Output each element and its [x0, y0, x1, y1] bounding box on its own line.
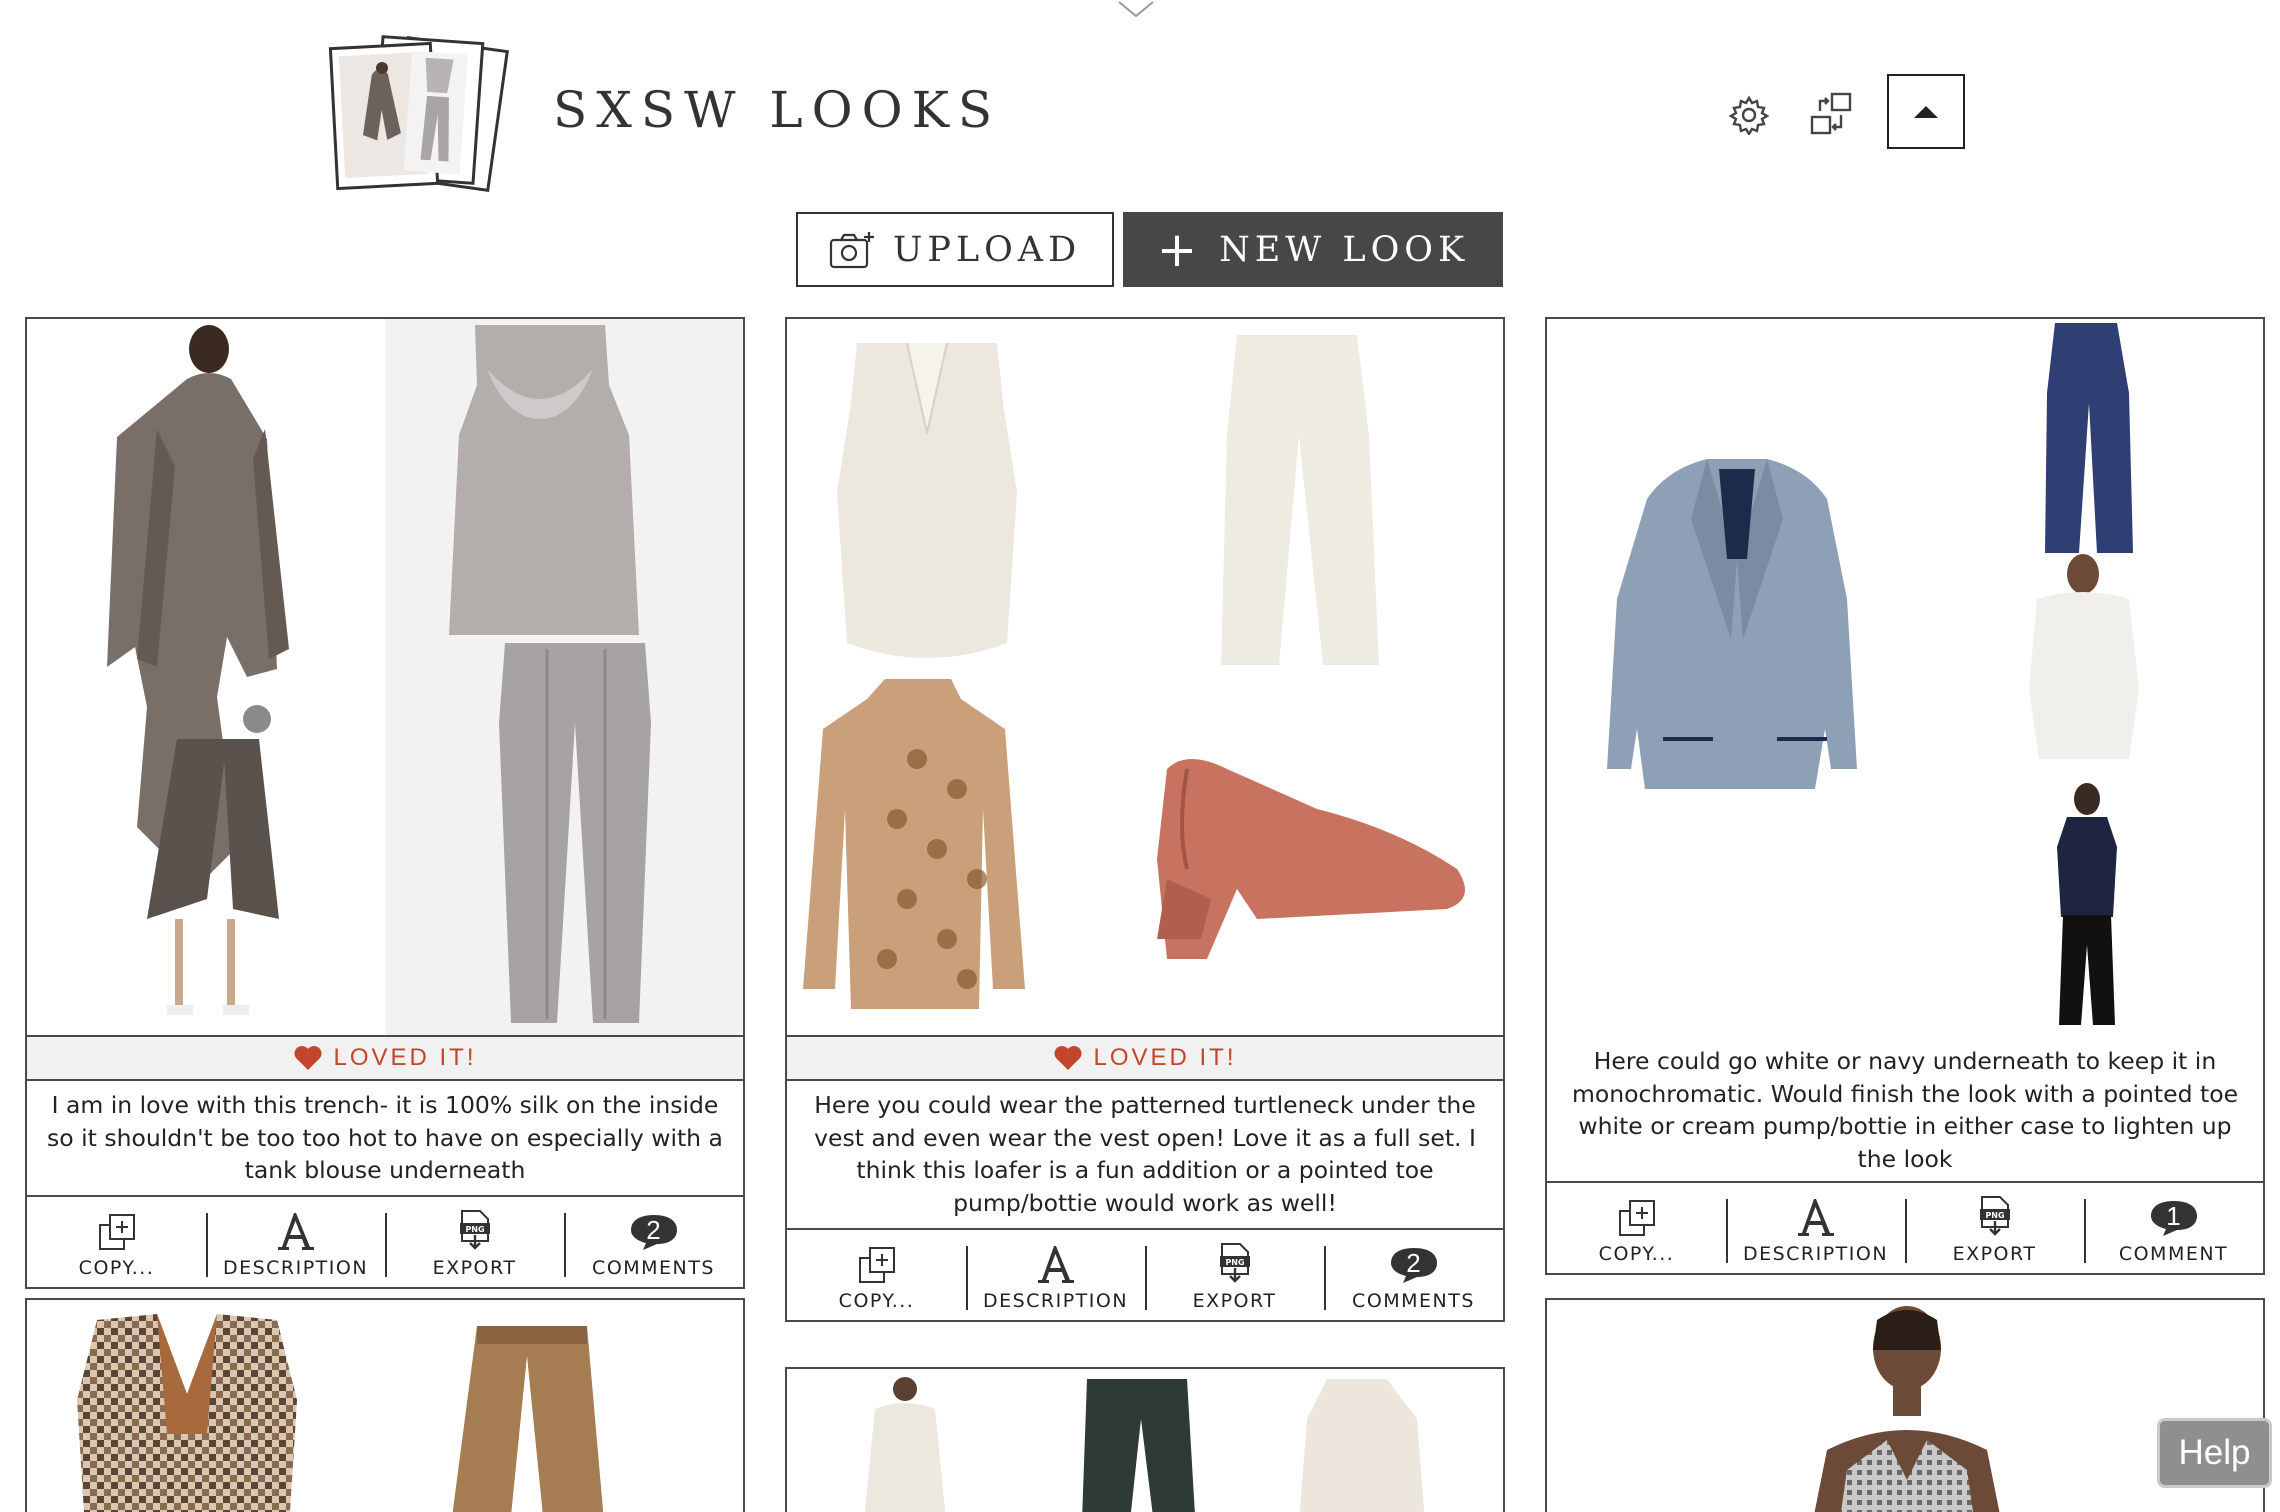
look-description: Here could go white or navy underneath t…: [1571, 1047, 2239, 1173]
look-actions: COPY... DESCRIPTION PNG EXPORT 2 COMMENT…: [27, 1195, 743, 1287]
look-actions: COPY... DESCRIPTION PNG EXPORT 1 COMMENT: [1547, 1181, 2263, 1273]
comment-count: 1: [2166, 1201, 2181, 1231]
png-export-icon: PNG: [1219, 1243, 1250, 1283]
comment-bubble-icon: 2: [629, 1213, 679, 1251]
description-button[interactable]: DESCRIPTION: [1726, 1183, 1905, 1273]
loved-it-bar[interactable]: LOVED IT!: [787, 1035, 1503, 1081]
look-card: [785, 1367, 1505, 1512]
look-collage-image[interactable]: [787, 1369, 1503, 1512]
comments-label: COMMENTS: [1352, 1290, 1475, 1312]
comments-label: COMMENTS: [592, 1257, 715, 1279]
help-button[interactable]: Help: [2157, 1418, 2272, 1488]
description-button[interactable]: DESCRIPTION: [206, 1197, 385, 1287]
heart-icon: [1054, 1046, 1082, 1070]
look-collage-image[interactable]: [27, 1300, 743, 1512]
board-title: SXSW LOOKS: [553, 81, 1002, 139]
export-label: EXPORT: [1952, 1243, 2037, 1265]
swap-icon: [1810, 92, 1852, 135]
look-card: LOVED IT! Here you could wear the patter…: [785, 317, 1505, 1322]
look-description: I am in love with this trench- it is 100…: [47, 1091, 723, 1184]
copy-icon: [98, 1214, 135, 1250]
plus-icon: +: [1156, 221, 1198, 278]
look-description: Here you could wear the patterned turtle…: [814, 1091, 1476, 1217]
svg-text:PNG: PNG: [1985, 1211, 2004, 1220]
font-a-icon: [1797, 1199, 1834, 1236]
look-collage-image[interactable]: [787, 319, 1503, 1035]
look-collage-image[interactable]: [27, 319, 743, 1035]
copy-label: COPY...: [1598, 1243, 1675, 1265]
look-collage-image[interactable]: [1547, 1300, 2263, 1512]
loved-label: LOVED IT!: [1093, 1044, 1237, 1071]
new-look-label: NEW LOOK: [1219, 229, 1470, 270]
comment-count: 2: [1406, 1248, 1421, 1278]
look-actions: COPY... DESCRIPTION PNG EXPORT 2 COMMENT…: [787, 1228, 1503, 1320]
comments-button[interactable]: 1 COMMENT: [2084, 1183, 2263, 1273]
svg-text:PNG: PNG: [1225, 1258, 1244, 1267]
copy-label: COPY...: [838, 1290, 915, 1312]
new-look-button[interactable]: + NEW LOOK: [1123, 212, 1503, 287]
comments-label: COMMENT: [2118, 1243, 2229, 1265]
comment-bubble-icon: 2: [1389, 1246, 1439, 1284]
upload-label: UPLOAD: [892, 229, 1082, 270]
export-button[interactable]: PNG EXPORT: [1905, 1183, 2084, 1273]
loved-label: LOVED IT!: [333, 1044, 477, 1071]
upload-button[interactable]: UPLOAD: [796, 212, 1114, 287]
description-label: DESCRIPTION: [1742, 1243, 1889, 1265]
png-export-icon: PNG: [459, 1210, 490, 1250]
collapse-button[interactable]: [1887, 74, 1965, 149]
copy-button[interactable]: COPY...: [27, 1197, 206, 1287]
export-label: EXPORT: [1192, 1290, 1277, 1312]
comment-count: 2: [646, 1215, 661, 1245]
comments-button[interactable]: 2 COMMENTS: [564, 1197, 743, 1287]
export-label: EXPORT: [432, 1257, 517, 1279]
export-button[interactable]: PNG EXPORT: [385, 1197, 564, 1287]
copy-icon: [1618, 1200, 1655, 1236]
description-label: DESCRIPTION: [982, 1290, 1129, 1312]
font-a-icon: [277, 1213, 314, 1250]
look-card: LOVED IT! I am in love with this trench-…: [25, 317, 745, 1289]
copy-button[interactable]: COPY...: [1547, 1183, 1726, 1273]
dropdown-notch-icon: [1118, 1, 1154, 18]
swap-view-button[interactable]: [1803, 86, 1859, 142]
settings-button[interactable]: [1722, 88, 1776, 142]
gear-icon: [1729, 95, 1769, 135]
copy-icon: [858, 1247, 895, 1283]
camera-plus-icon: [829, 231, 874, 268]
svg-text:PNG: PNG: [465, 1225, 484, 1234]
look-card: [25, 1298, 745, 1512]
export-button[interactable]: PNG EXPORT: [1145, 1230, 1324, 1320]
copy-label: COPY...: [78, 1257, 155, 1279]
heart-icon: [294, 1046, 322, 1070]
caret-up-icon: [1914, 105, 1938, 118]
description-label: DESCRIPTION: [222, 1257, 369, 1279]
look-collage-image[interactable]: [1547, 319, 2263, 1035]
copy-button[interactable]: COPY...: [787, 1230, 966, 1320]
board-thumbnail: [328, 35, 509, 192]
comment-bubble-icon: 1: [2149, 1199, 2199, 1237]
comments-button[interactable]: 2 COMMENTS: [1324, 1230, 1503, 1320]
png-export-icon: PNG: [1979, 1196, 2010, 1236]
look-card: Here could go white or navy underneath t…: [1545, 317, 2265, 1275]
font-a-icon: [1037, 1246, 1074, 1283]
loved-it-bar[interactable]: LOVED IT!: [27, 1035, 743, 1081]
description-button[interactable]: DESCRIPTION: [966, 1230, 1145, 1320]
